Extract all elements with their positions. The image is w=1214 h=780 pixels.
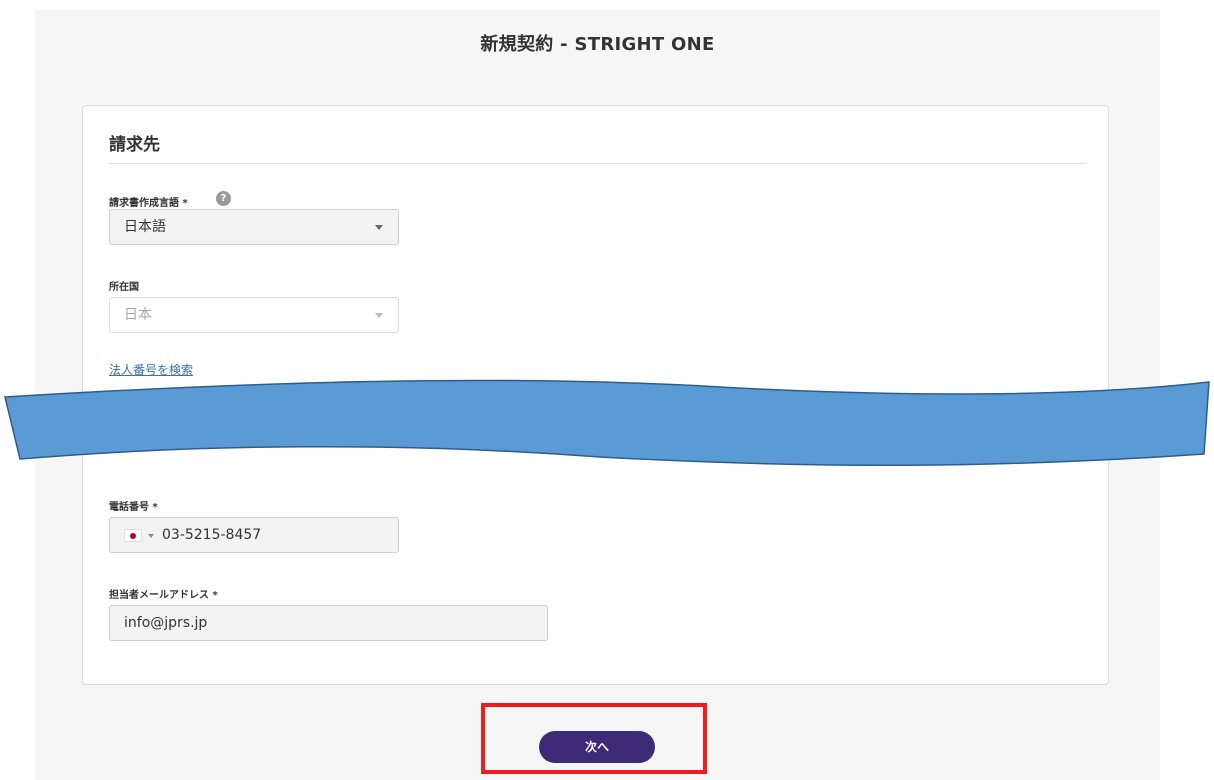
invoice-language-value: 日本語 [124,219,166,235]
japan-flag-icon[interactable] [124,529,142,542]
billing-card: 請求先 請求書作成言語 * ? 日本語 所在国 日本 法人番号を検索 電話番号 … [82,105,1109,685]
section-title: 請求先 [109,135,160,155]
corporate-number-search-link[interactable]: 法人番号を検索 [109,361,193,378]
next-button[interactable]: 次へ [539,731,655,763]
email-field[interactable]: info@jprs.jp [109,605,548,641]
country-value: 日本 [124,307,152,323]
invoice-language-label: 請求書作成言語 * [109,198,188,209]
section-divider [109,163,1087,164]
page: 新規契約 - STRIGHT ONE 請求先 請求書作成言語 * ? 日本語 所… [0,0,1214,780]
phone-value: 03-5215-8457 [162,527,262,543]
page-title: 新規契約 - STRIGHT ONE [480,34,715,55]
email-label: 担当者メールアドレス * [109,590,218,601]
phone-field[interactable]: 03-5215-8457 [109,517,399,553]
chevron-down-icon [375,313,383,318]
email-value: info@jprs.jp [124,615,208,631]
phone-label: 電話番号 * [109,502,158,513]
country-select: 日本 [109,297,399,333]
country-label: 所在国 [109,282,139,293]
invoice-language-select[interactable]: 日本語 [109,209,399,245]
chevron-down-icon [375,225,383,230]
question-circle-icon[interactable]: ? [216,191,231,206]
chevron-down-icon[interactable] [148,534,154,538]
